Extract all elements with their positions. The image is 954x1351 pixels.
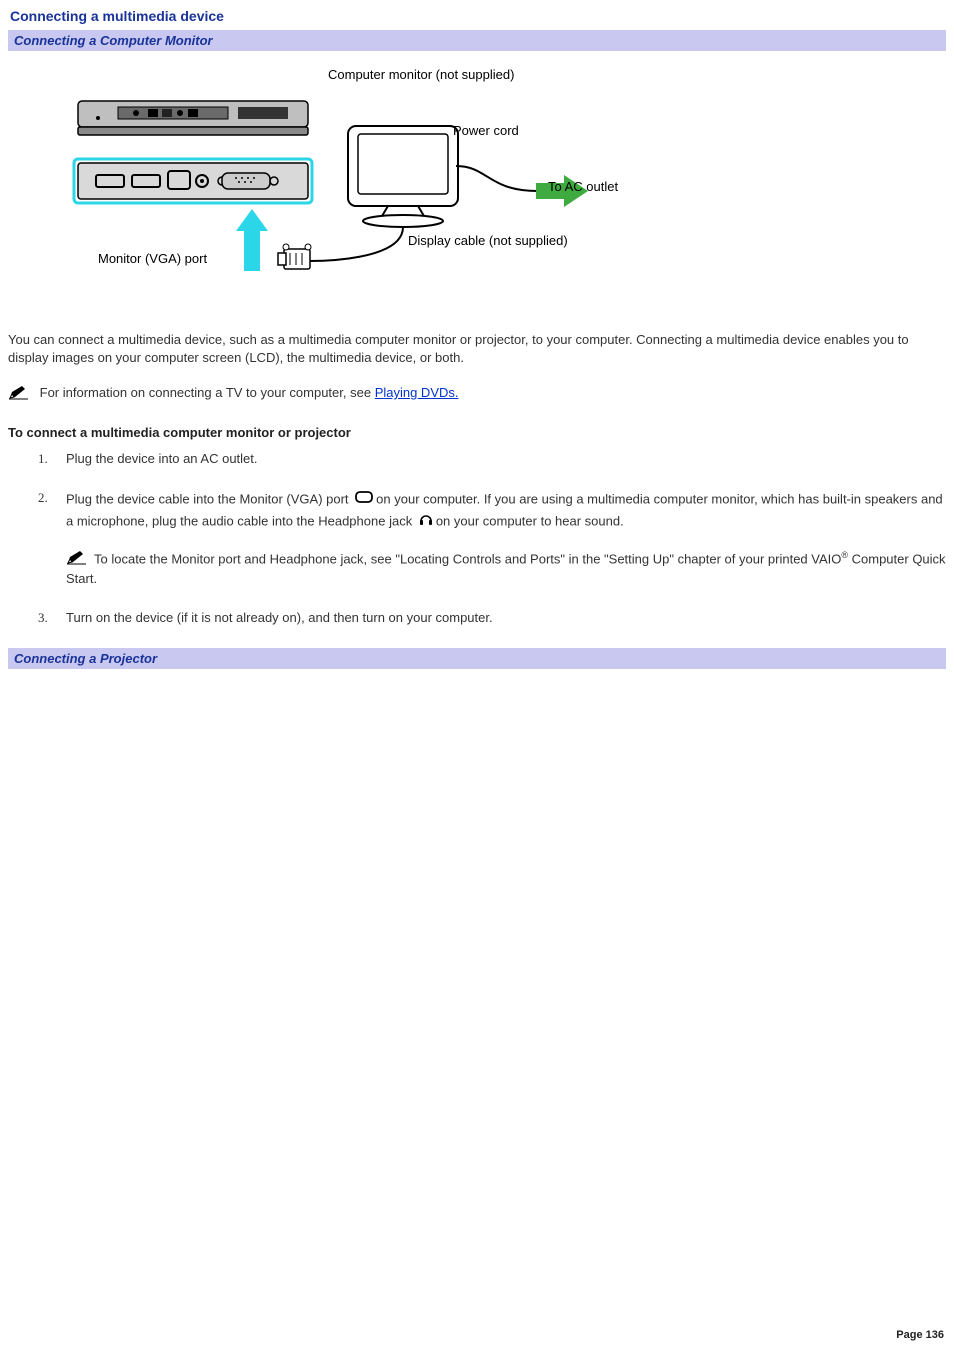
pencil-note-icon [8,384,30,403]
step-1: Plug the device into an AC outlet. [38,450,946,469]
note-text: For information on connecting a TV to yo… [40,385,375,400]
label-monitor: Computer monitor (not supplied) [328,67,514,82]
pencil-note-icon [66,549,88,571]
step-1-text: Plug the device into an AC outlet. [66,451,258,466]
step-2-text-c: on your computer to hear sound. [436,513,624,528]
note-tv-info: For information on connecting a TV to yo… [8,384,946,403]
step-2-note: To locate the Monitor port and Headphone… [66,549,946,590]
vga-port-icon [354,489,374,511]
steps-heading: To connect a multimedia computer monitor… [8,425,946,440]
label-vga-port: Monitor (VGA) port [98,251,207,266]
section-heading-projector: Connecting a Projector [8,648,946,669]
link-playing-dvds[interactable]: Playing DVDs. [375,385,459,400]
step-2-note-a: To locate the Monitor port and Headphone… [94,551,841,566]
label-power-cord: Power cord [453,123,519,138]
intro-paragraph: You can connect a multimedia device, suc… [8,331,946,366]
steps-list: Plug the device into an AC outlet. Plug … [38,450,946,628]
headphone-icon [418,511,434,533]
page-number: Page 136 [896,1329,944,1341]
section-heading-monitor: Connecting a Computer Monitor [8,30,946,51]
page-title: Connecting a multimedia device [10,8,946,24]
label-display-cable: Display cable (not supplied) [408,233,568,248]
step-3: Turn on the device (if it is not already… [38,609,946,628]
step-2-text-a: Plug the device cable into the Monitor (… [66,491,352,506]
label-ac-outlet: To AC outlet [548,179,618,194]
step-3-text: Turn on the device (if it is not already… [66,610,493,625]
connection-diagram: Computer monitor (not supplied) Power co… [58,71,678,301]
step-2: Plug the device cable into the Monitor (… [38,489,946,589]
